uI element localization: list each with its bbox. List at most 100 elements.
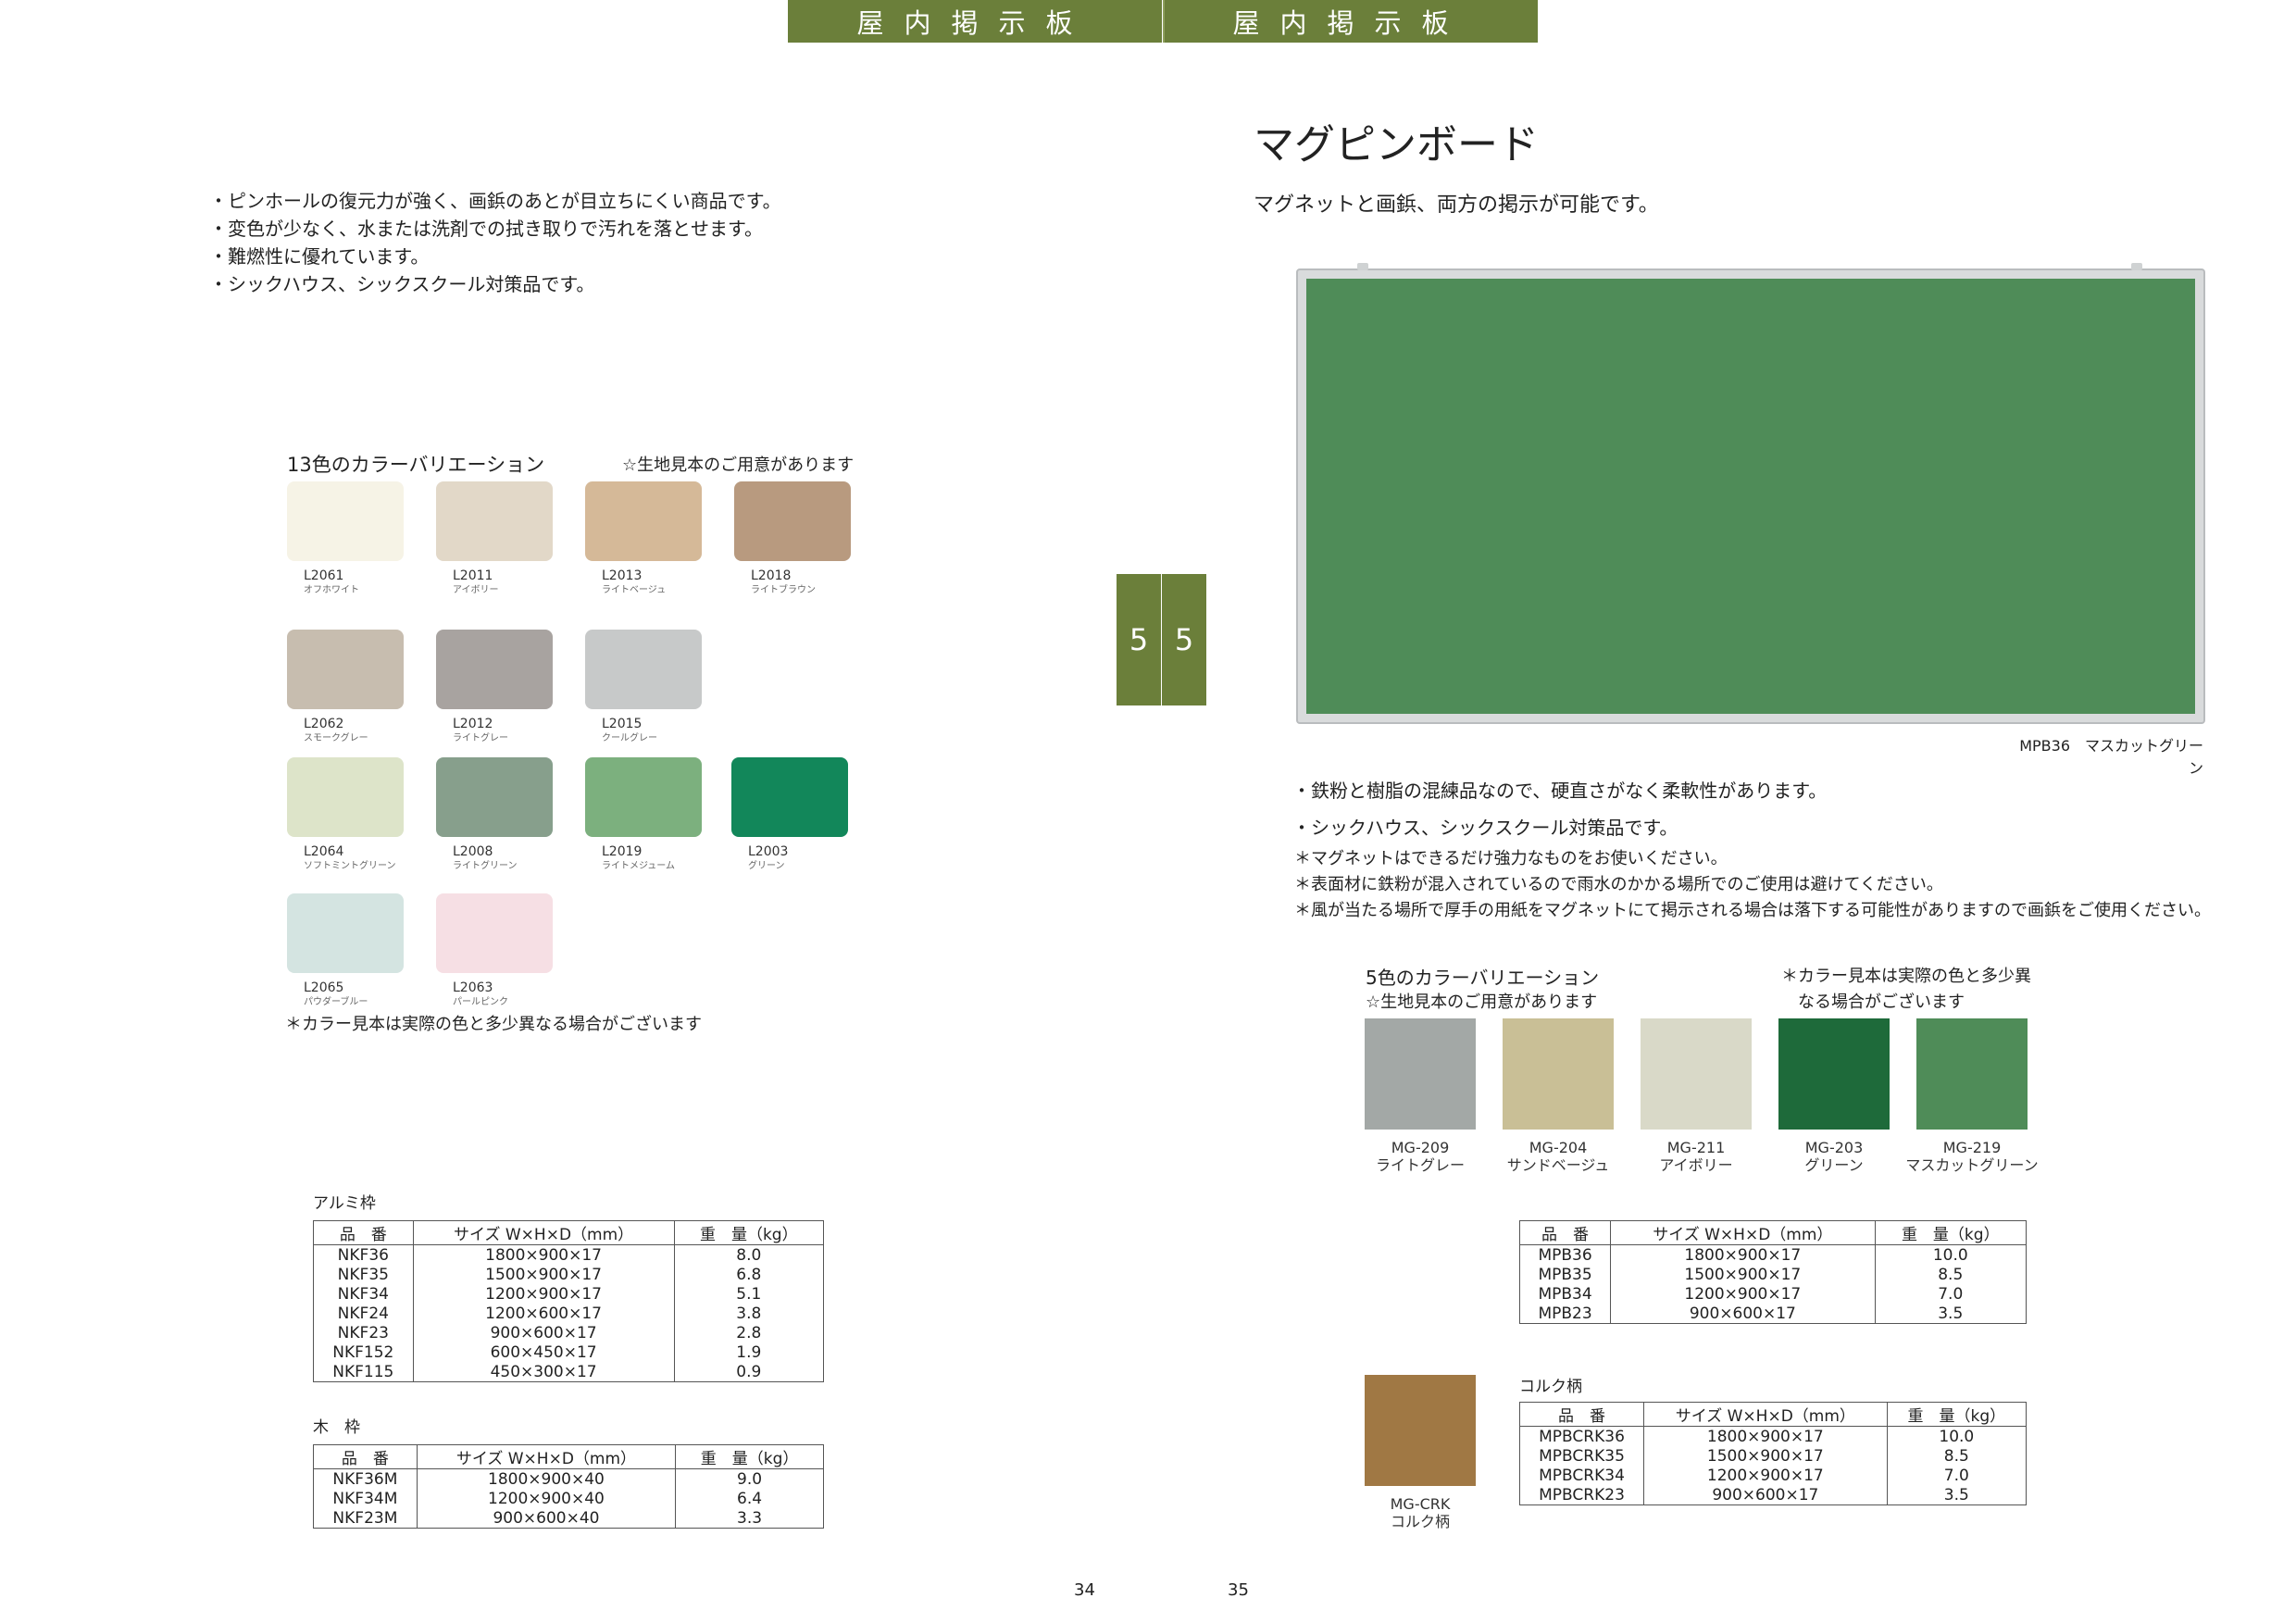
table-cell: MPB34 bbox=[1518, 1284, 1612, 1304]
table-cell: 6.4 bbox=[675, 1489, 824, 1508]
table-cell: 1.9 bbox=[673, 1342, 825, 1362]
note-item: ＊マグネットはできるだけ強力なものをお使いください。 bbox=[1294, 849, 1728, 868]
table-cell: MPB36 bbox=[1518, 1244, 1612, 1265]
page-title: マグピンボード bbox=[1254, 121, 1539, 169]
table-cell: NKF115 bbox=[313, 1362, 414, 1382]
table-header-row: 品 番サイズ W×H×D（mm）重 量（kg） bbox=[313, 1220, 825, 1245]
color-swatch bbox=[436, 893, 553, 973]
color-swatch bbox=[734, 481, 851, 561]
header-divider bbox=[1163, 0, 1165, 43]
table-cell: 1200×600×17 bbox=[412, 1304, 675, 1323]
swatch-name: ライトグリーン bbox=[453, 861, 518, 871]
swatch-caption: L2019 ライトメジューム bbox=[602, 845, 675, 873]
swatch-name: ライトグレー bbox=[453, 733, 508, 743]
table-row: NKF24 1200×600×17 3.8 bbox=[313, 1304, 825, 1323]
swatch-code: L2064 bbox=[304, 844, 344, 859]
swatch-name: ソフトミントグリーン bbox=[304, 861, 396, 871]
cork-name: コルク柄 bbox=[1390, 1513, 1450, 1530]
table-cell: MPB35 bbox=[1518, 1265, 1612, 1284]
table-row: NKF115 450×300×17 0.9 bbox=[313, 1362, 825, 1382]
table-cell: NKF24 bbox=[313, 1304, 414, 1323]
swatch-caption: L2064 ソフトミントグリーン bbox=[304, 845, 396, 873]
table-cell: NKF35 bbox=[313, 1265, 414, 1284]
alumi-title: アルミ枠 bbox=[313, 1194, 376, 1213]
swatch-code: L2011 bbox=[453, 568, 493, 583]
hanger-left bbox=[1357, 263, 1368, 270]
swatch-code: L2061 bbox=[304, 568, 344, 583]
mg-swatch-caption: MG-209 ライトグレー bbox=[1346, 1139, 1494, 1174]
swatch-caption: L2012 ライトグレー bbox=[453, 718, 508, 745]
wood-spec-table: 品 番サイズ W×H×D（mm）重 量（kg） NKF36M 1800×900×40… bbox=[313, 1444, 824, 1529]
swatch-code: L2015 bbox=[602, 717, 643, 731]
bullet-item: ・シックハウス、シックスクール対策品です。 bbox=[209, 273, 595, 295]
bullet-item: ・難燃性に優れています。 bbox=[209, 245, 430, 268]
bullet-item: ・ピンホールの復元力が強く、画鋲のあとが目立ちにくい商品です。 bbox=[209, 190, 781, 212]
column-header: 品 番 bbox=[1518, 1220, 1612, 1245]
swatch-caption: L2063 パールピンク bbox=[453, 981, 508, 1009]
table-cell: 7.0 bbox=[1874, 1284, 2028, 1304]
bullet-item: ・変色が少なく、水または洗剤での拭き取りで汚れを落とせます。 bbox=[209, 218, 763, 240]
swatch-code: L2018 bbox=[751, 568, 792, 583]
table-cell: 900×600×17 bbox=[1610, 1304, 1876, 1324]
table-cell: 1500×900×17 bbox=[1610, 1265, 1876, 1284]
mg-color-swatch bbox=[1641, 1018, 1752, 1130]
table-header-row: 品 番サイズ W×H×D（mm）重 量（kg） bbox=[313, 1444, 824, 1469]
swatch-code: L2008 bbox=[453, 844, 493, 859]
variation-title: 13色のカラーバリエーション bbox=[287, 454, 545, 476]
swatch-name: オフホワイト bbox=[304, 585, 359, 595]
table-cell: 1800×900×40 bbox=[416, 1468, 677, 1489]
table-cell: 5.1 bbox=[673, 1284, 825, 1304]
column-header: サイズ W×H×D（mm） bbox=[1610, 1220, 1876, 1245]
swatch-code: L2019 bbox=[602, 844, 643, 859]
swatch-caption: L2011 アイボリー bbox=[453, 569, 499, 597]
board-photo bbox=[1296, 263, 2205, 724]
table-row: NKF34M 1200×900×40 6.4 bbox=[313, 1489, 824, 1508]
column-header: 品 番 bbox=[1518, 1402, 1645, 1427]
table-row: NKF34 1200×900×17 5.1 bbox=[313, 1284, 825, 1304]
swatch-code: MG-203 bbox=[1804, 1139, 1864, 1156]
cork-title: コルク柄 bbox=[1519, 1378, 1582, 1396]
table-cell: 600×450×17 bbox=[412, 1342, 675, 1362]
swatch-name: パールピンク bbox=[453, 997, 508, 1007]
table-cell: 2.8 bbox=[673, 1323, 825, 1342]
table-row: NKF23 900×600×17 2.8 bbox=[313, 1323, 825, 1342]
column-header: 重 量（kg） bbox=[1886, 1402, 2028, 1427]
table-cell: 3.5 bbox=[1874, 1304, 2028, 1324]
color-swatch bbox=[287, 630, 404, 709]
table-row: MPB34 1200×900×17 7.0 bbox=[1518, 1284, 2028, 1304]
swatch-code: L2003 bbox=[748, 844, 789, 859]
table-row: NKF152 600×450×17 1.9 bbox=[313, 1342, 825, 1362]
color-swatch bbox=[436, 757, 553, 837]
page-number-left: 34 bbox=[1074, 1580, 1095, 1600]
column-header: サイズ W×H×D（mm） bbox=[416, 1444, 677, 1469]
swatch-name: サンドベージュ bbox=[1506, 1156, 1610, 1174]
table-cell: 900×600×17 bbox=[1643, 1485, 1888, 1505]
table-cell: 900×600×17 bbox=[412, 1323, 675, 1342]
swatch-code: MG-209 bbox=[1391, 1139, 1450, 1156]
table-row: MPB23 900×600×17 3.5 bbox=[1518, 1304, 2028, 1324]
table-row: MPB35 1500×900×17 8.5 bbox=[1518, 1265, 2028, 1284]
table-cell: 1200×900×17 bbox=[1610, 1284, 1876, 1304]
bullet-item: ・鉄粉と樹脂の混練品なので、硬直さがなく柔軟性があります。 bbox=[1292, 780, 1828, 802]
color-swatch bbox=[287, 481, 404, 561]
swatch-name: グリーン bbox=[748, 861, 785, 871]
swatch-name: ライトベージュ bbox=[602, 585, 667, 595]
mg-color-note-1: ＊カラー見本は実際の色と多少異 bbox=[1781, 967, 2031, 986]
cork-caption: MG-CRK コルク柄 bbox=[1365, 1495, 1476, 1530]
swatch-name: ライトグレー bbox=[1375, 1156, 1465, 1174]
color-swatch bbox=[585, 481, 702, 561]
swatch-name: パウダーブルー bbox=[304, 997, 368, 1007]
swatch-caption: L2013 ライトベージュ bbox=[602, 569, 666, 597]
mg-swatch-caption: MG-219 マスカットグリーン bbox=[1898, 1139, 2046, 1174]
bullet-item: ・シックハウス、シックスクール対策品です。 bbox=[1292, 817, 1678, 839]
table-cell: MPBCRK36 bbox=[1518, 1426, 1645, 1446]
table-cell: 10.0 bbox=[1886, 1426, 2028, 1446]
table-cell: 8.5 bbox=[1886, 1446, 2028, 1466]
header-left: 屋内掲示板 bbox=[788, 0, 1162, 43]
table-header-row: 品 番サイズ W×H×D（mm）重 量（kg） bbox=[1518, 1402, 2028, 1427]
column-header: 品 番 bbox=[313, 1444, 418, 1469]
color-swatch bbox=[436, 630, 553, 709]
note-item: ＊風が当たる場所で厚手の用紙をマグネットにて掲示される場合は落下する可能性があり… bbox=[1294, 901, 2211, 920]
swatch-name: マスカットグリーン bbox=[1905, 1156, 2039, 1174]
table-cell: NKF34M bbox=[313, 1489, 418, 1508]
